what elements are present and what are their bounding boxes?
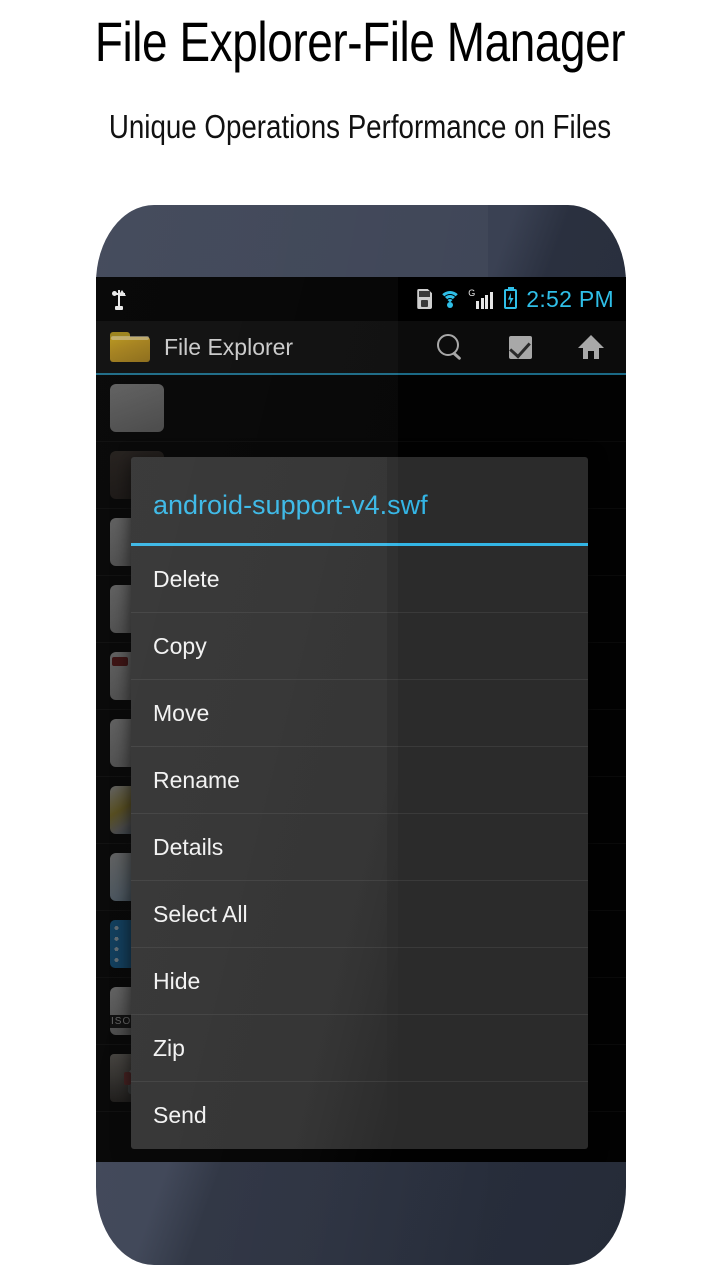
usb-icon bbox=[112, 288, 126, 310]
page-title: File Explorer-File Manager bbox=[94, 10, 626, 73]
battery-charging-icon bbox=[504, 289, 518, 309]
sd-card-icon bbox=[417, 289, 433, 309]
folder-icon bbox=[110, 332, 150, 362]
app-toolbar: File Explorer bbox=[96, 321, 626, 375]
dialog-title: android-support-v4.swf bbox=[131, 457, 588, 546]
network-type-label: G bbox=[468, 288, 476, 298]
phone-mockup: G 2:52 PM File Explorer android-support-… bbox=[96, 205, 626, 1265]
signal-bars-icon: G bbox=[468, 289, 497, 309]
search-icon[interactable] bbox=[437, 334, 463, 360]
menu-item-delete[interactable]: Delete bbox=[131, 546, 588, 613]
menu-item-send[interactable]: Send bbox=[131, 1082, 588, 1149]
page-subtitle: Unique Operations Performance on Files bbox=[108, 108, 612, 145]
app-title: File Explorer bbox=[164, 333, 294, 360]
select-checkbox-icon[interactable] bbox=[509, 335, 532, 359]
menu-item-copy[interactable]: Copy bbox=[131, 613, 588, 680]
home-icon[interactable] bbox=[578, 335, 604, 359]
menu-item-rename[interactable]: Rename bbox=[131, 747, 588, 814]
menu-item-select-all[interactable]: Select All bbox=[131, 881, 588, 948]
menu-item-move[interactable]: Move bbox=[131, 680, 588, 747]
wifi-icon bbox=[439, 290, 462, 308]
menu-item-hide[interactable]: Hide bbox=[131, 948, 588, 1015]
status-clock: 2:52 PM bbox=[526, 285, 614, 312]
file-context-dialog: android-support-v4.swf Delete Copy Move … bbox=[131, 457, 588, 1149]
promo-header: File Explorer-File Manager Unique Operat… bbox=[0, 0, 720, 145]
phone-screen: G 2:52 PM File Explorer android-support-… bbox=[96, 277, 626, 1162]
status-bar: G 2:52 PM bbox=[96, 277, 626, 321]
menu-item-zip[interactable]: Zip bbox=[131, 1015, 588, 1082]
menu-item-details[interactable]: Details bbox=[131, 814, 588, 881]
